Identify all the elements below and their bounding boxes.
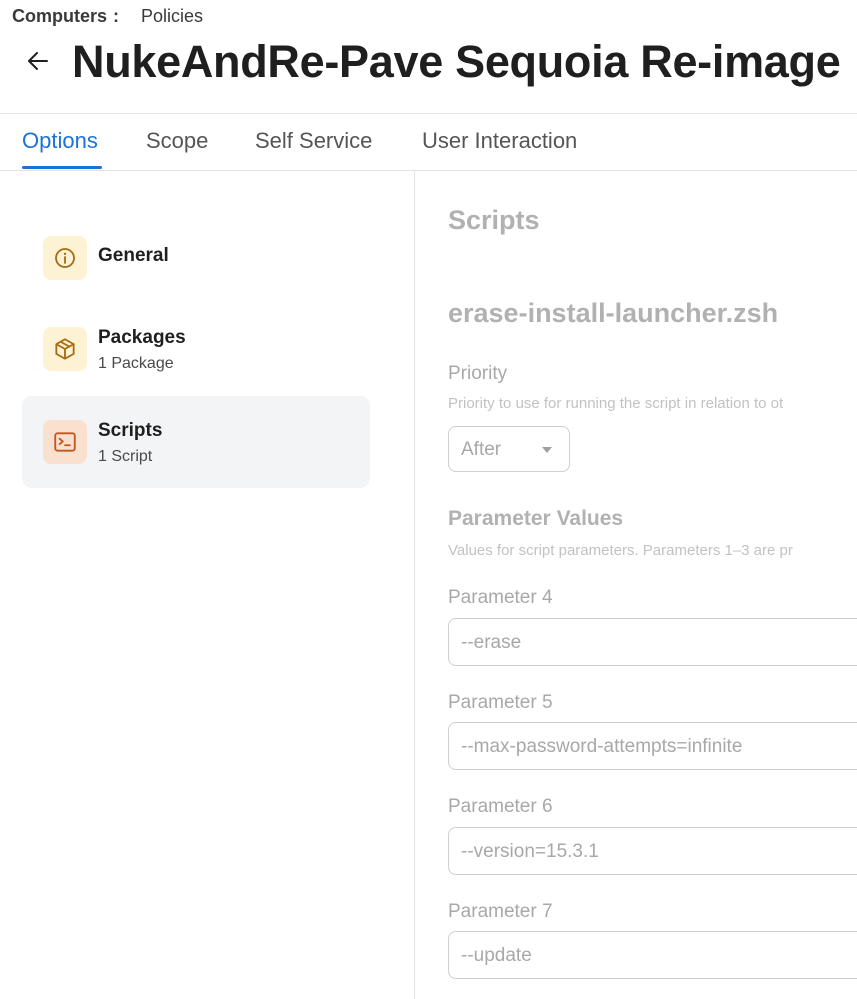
breadcrumb: Computers : Policies bbox=[12, 6, 203, 27]
script-name: erase-install-launcher.zsh bbox=[448, 298, 779, 328]
tab-scope[interactable]: Scope bbox=[146, 128, 208, 154]
sidebar-item-packages[interactable]: Packages 1 Package bbox=[22, 303, 370, 395]
sidebar-item-label: General bbox=[98, 245, 169, 266]
tab-bar: Options Scope Self Service User Interact… bbox=[0, 114, 857, 170]
section-title: Scripts bbox=[448, 205, 540, 235]
parameter-5-value: --max-password-attempts=infinite bbox=[461, 736, 743, 757]
breadcrumb-root[interactable]: Computers bbox=[12, 6, 107, 27]
priority-help-text: Priority to use for running the script i… bbox=[448, 395, 784, 412]
sidebar-item-label: Scripts bbox=[98, 420, 163, 441]
priority-label: Priority bbox=[448, 363, 508, 384]
parameter-7-field[interactable]: --update bbox=[448, 931, 857, 979]
parameter-7-label: Parameter 7 bbox=[448, 901, 553, 922]
breadcrumb-current[interactable]: Policies bbox=[141, 6, 203, 27]
breadcrumb-separator: : bbox=[113, 6, 120, 26]
parameter-7-value: --update bbox=[461, 945, 532, 966]
priority-select[interactable]: After bbox=[448, 426, 570, 472]
package-icon bbox=[43, 327, 87, 371]
sidebar-item-sublabel: 1 Package bbox=[98, 355, 174, 372]
parameter-values-heading: Parameter Values bbox=[448, 507, 624, 530]
parameter-4-field[interactable]: --erase bbox=[448, 618, 857, 666]
arrow-left-icon bbox=[28, 52, 48, 70]
terminal-icon bbox=[43, 420, 87, 464]
parameter-4-value: --erase bbox=[461, 632, 522, 653]
parameter-6-field[interactable]: --version=15.3.1 bbox=[448, 827, 857, 875]
chevron-down-icon bbox=[542, 447, 552, 453]
info-icon bbox=[43, 236, 87, 280]
parameter-values-help-text: Values for script parameters. Parameters… bbox=[448, 542, 793, 559]
tab-options[interactable]: Options bbox=[22, 128, 98, 154]
tab-user-interaction[interactable]: User Interaction bbox=[422, 128, 577, 154]
page-title: NukeAndRe-Pave Sequoia Re-image bbox=[72, 36, 841, 87]
tab-self-service[interactable]: Self Service bbox=[255, 128, 372, 154]
parameter-5-label: Parameter 5 bbox=[448, 692, 553, 713]
parameter-6-label: Parameter 6 bbox=[448, 796, 553, 817]
back-button[interactable] bbox=[24, 46, 52, 76]
parameter-5-field[interactable]: --max-password-attempts=infinite bbox=[448, 722, 857, 770]
sidebar-item-scripts[interactable]: Scripts 1 Script bbox=[22, 396, 370, 488]
sidebar-item-label: Packages bbox=[98, 327, 186, 348]
priority-select-value: After bbox=[461, 439, 502, 460]
parameter-4-label: Parameter 4 bbox=[448, 587, 553, 608]
active-tab-indicator bbox=[22, 166, 102, 169]
sidebar-item-sublabel: 1 Script bbox=[98, 448, 153, 465]
parameter-6-value: --version=15.3.1 bbox=[461, 841, 599, 862]
script-details-panel: Scripts erase-install-launcher.zsh Prior… bbox=[448, 171, 857, 999]
panel-divider bbox=[414, 171, 415, 999]
sidebar-item-general[interactable]: General bbox=[22, 212, 370, 304]
